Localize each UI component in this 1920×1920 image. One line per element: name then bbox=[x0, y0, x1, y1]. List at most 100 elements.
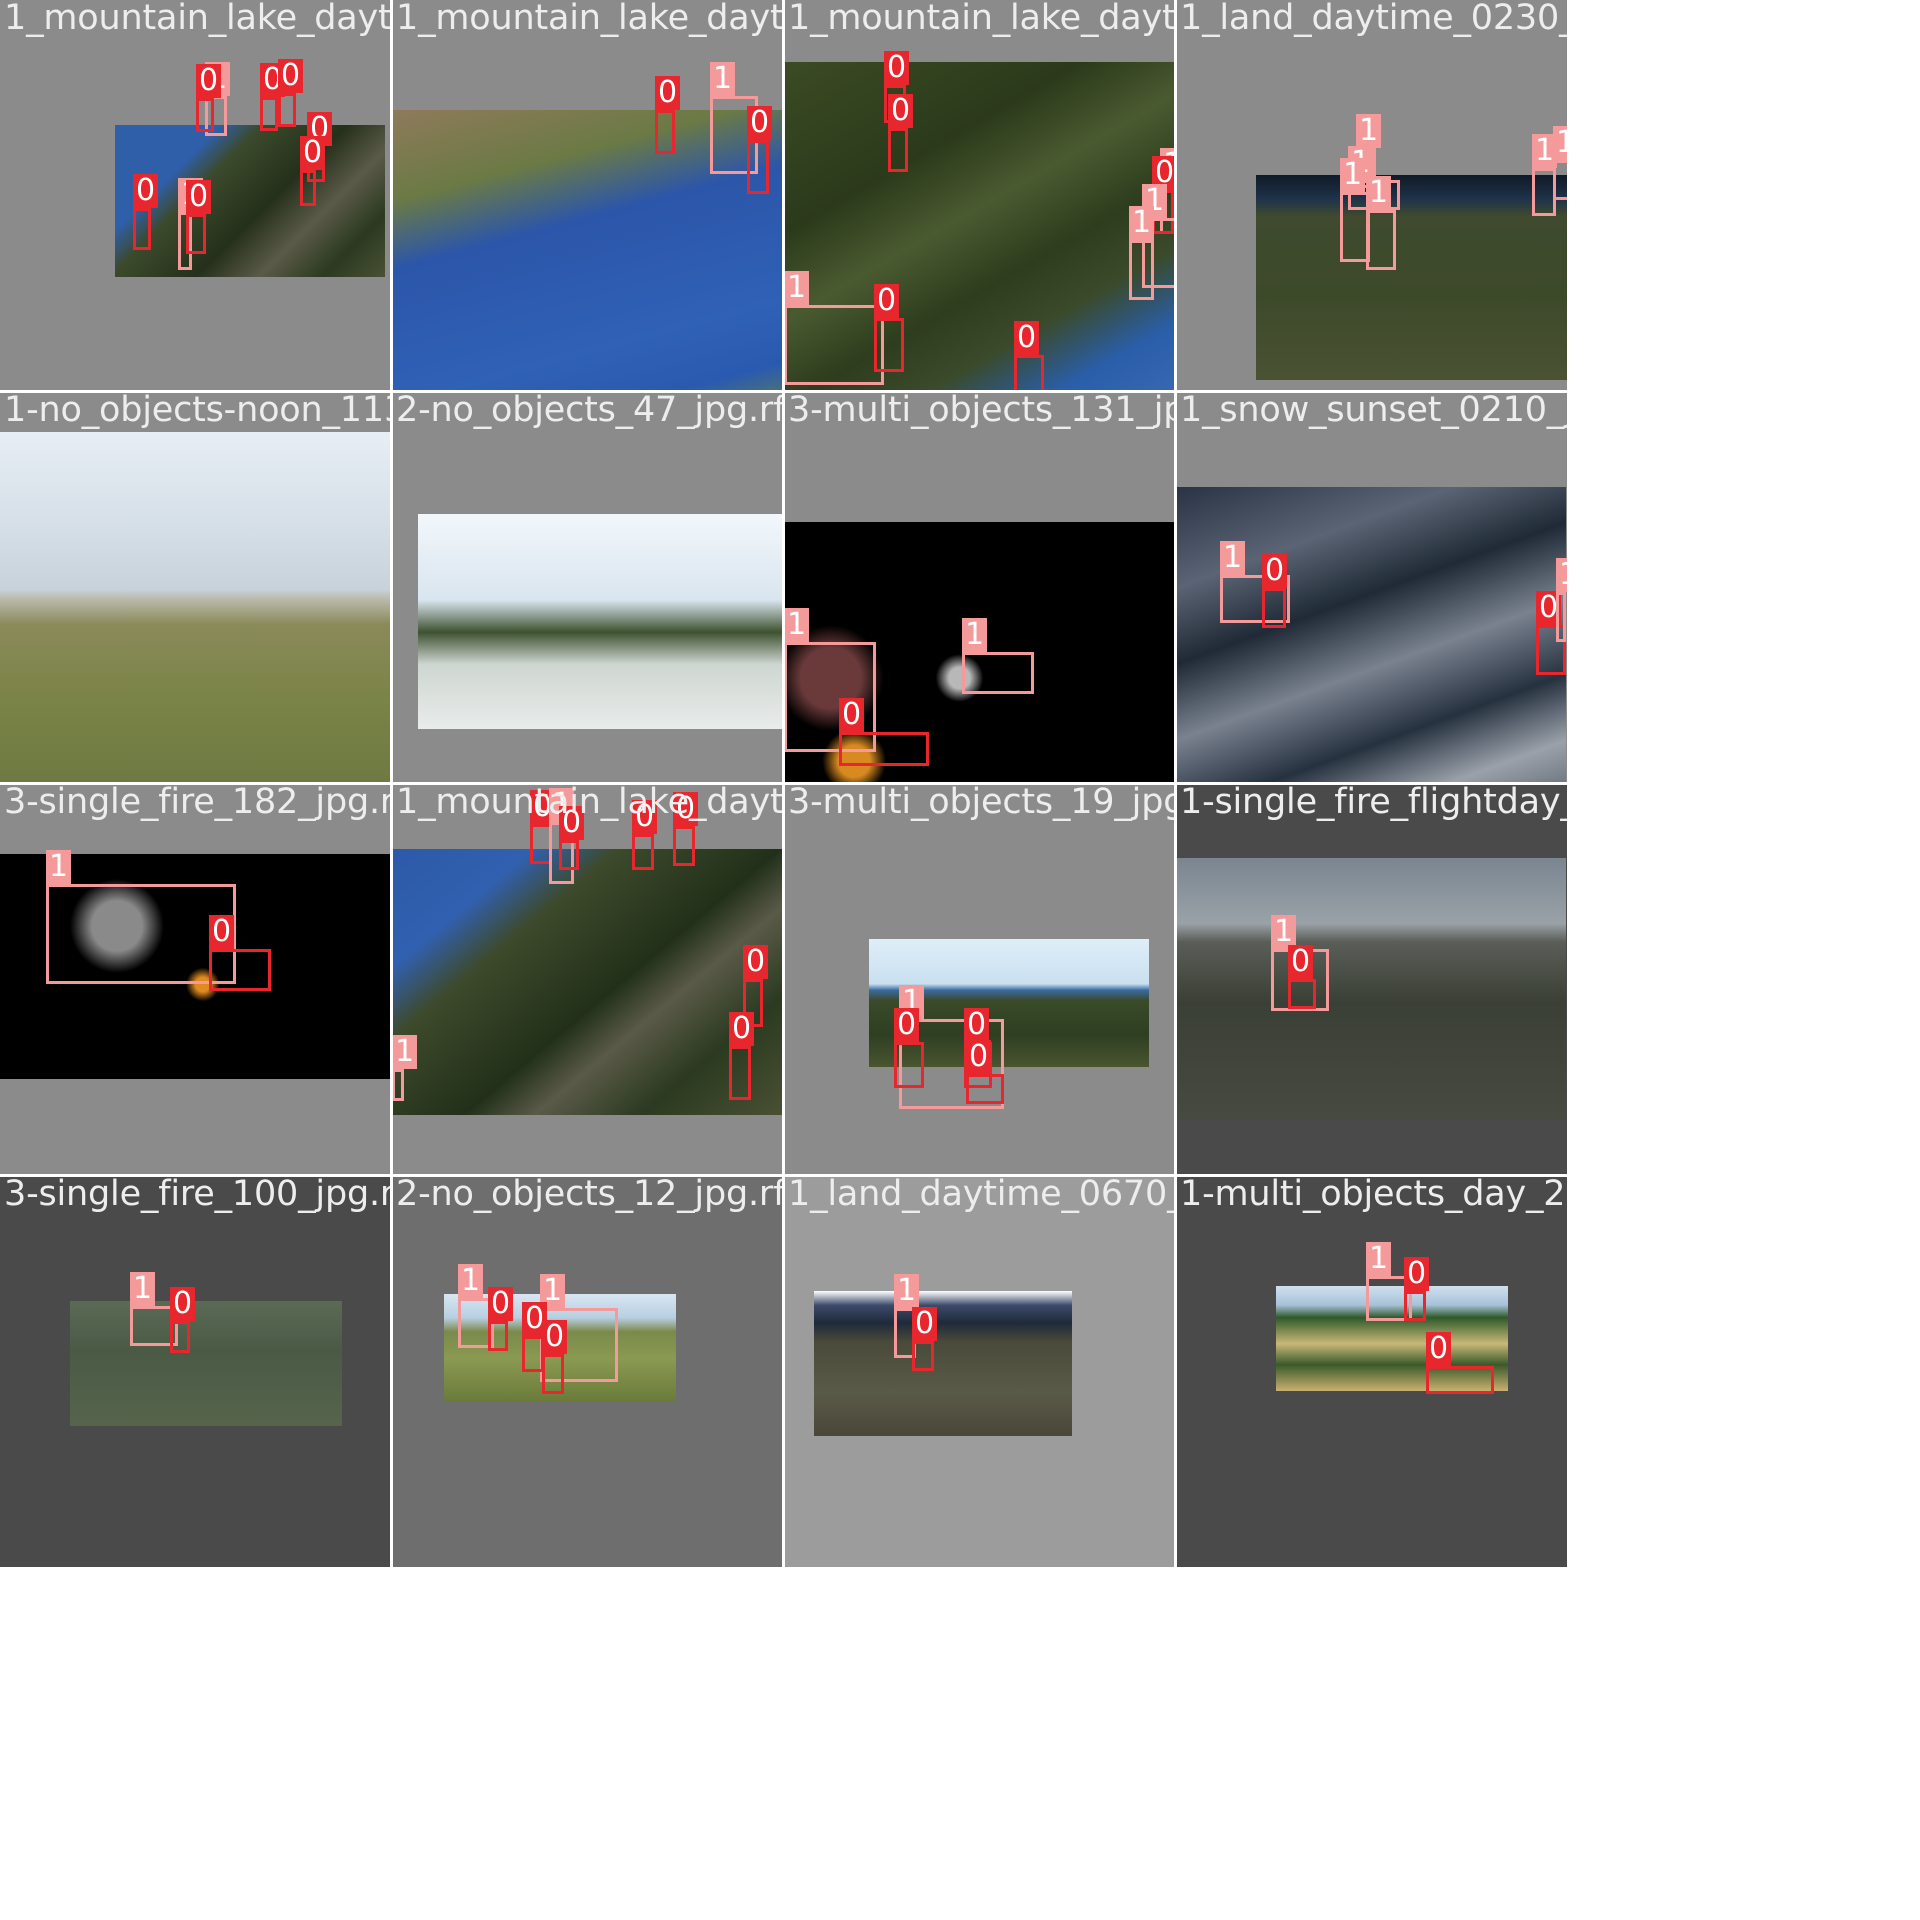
bbox-label: 1 bbox=[784, 608, 810, 642]
tile-filename: 2-no_objects_12_jpg.rf.d3d4681703ab1c3 bbox=[396, 1176, 783, 1214]
bbox-label: 0 bbox=[966, 1040, 992, 1074]
scene-image bbox=[1176, 487, 1566, 783]
bbox-label: 1 bbox=[962, 618, 988, 652]
tile-filename: 2-no_objects_47_jpg.rf.28e39c43f87417b bbox=[396, 392, 783, 430]
bbox-class-0 bbox=[673, 826, 695, 866]
tile-filename: 3-single_fire_182_jpg.rf.bae0bcd2e1b59 bbox=[4, 784, 391, 822]
bbox-class-0 bbox=[300, 170, 316, 206]
scene-image bbox=[392, 849, 782, 1115]
tile-filename: 1_mountain_lake_daytime_4260_jpg.rf.25a bbox=[396, 0, 783, 38]
bbox-label: 1 bbox=[1553, 126, 1567, 160]
bbox-label: 0 bbox=[186, 180, 212, 214]
bbox-class-0 bbox=[747, 140, 769, 194]
bbox-label: 1 bbox=[1340, 158, 1366, 192]
bbox-class-0 bbox=[1404, 1291, 1426, 1321]
bbox-label: 1 bbox=[1366, 176, 1392, 210]
mosaic-tile: 010 1_mountain_lake_daytime_4260_jpg.rf.2… bbox=[392, 0, 783, 391]
bbox-class-0 bbox=[888, 128, 908, 172]
tile-filename: 3-single_fire_100_jpg.rf.4d63e2102aab1af bbox=[4, 1176, 391, 1214]
bbox-label: 1 bbox=[1556, 558, 1567, 592]
mosaic-tile: 10 3-single_fire_100_jpg.rf.4d63e2102aab1… bbox=[0, 1176, 391, 1567]
scene-image bbox=[418, 514, 782, 729]
tile-filename: 1-multi_objects_day_212_jpg bbox=[1180, 1176, 1567, 1214]
grid-divider bbox=[390, 0, 393, 1920]
tile-filename: 3-multi_objects_131_jpg.rf.4456d06fadd bbox=[788, 392, 1175, 430]
bbox-label: 1 bbox=[1356, 114, 1382, 148]
bbox-class-0 bbox=[632, 834, 654, 870]
bbox-label: 0 bbox=[839, 698, 865, 732]
bbox-label: 1 bbox=[784, 271, 810, 305]
mosaic-tile: 1 0 3-single_fire_182_jpg.rf.bae0bcd2e1b59 bbox=[0, 784, 391, 1175]
bbox-class-0 bbox=[839, 732, 929, 766]
mosaic-tile: 10011_snow_sunset_0210_jpg.rf bbox=[1176, 392, 1567, 783]
bbox-label: 1 bbox=[894, 1274, 920, 1308]
bbox-label: 0 bbox=[912, 1307, 938, 1341]
tile-filename: 1_mountain_lake_daytime_0680_jpg.rf.3e bbox=[4, 0, 391, 38]
bbox-label: 0 bbox=[133, 174, 159, 208]
bbox-label: 0 bbox=[1426, 1332, 1452, 1366]
mosaic-tile: 10 1_land_daytime_0670_jpg.rf.1e35bc3945b bbox=[784, 1176, 1175, 1567]
bbox-class-1 bbox=[784, 305, 884, 385]
detection-mosaic: 1000000101_mountain_lake_daytime_0680_jp… bbox=[0, 0, 1920, 1920]
bbox-label: 0 bbox=[488, 1287, 514, 1321]
bbox-label: 0 bbox=[300, 136, 326, 170]
tile-filename: 1_land_daytime_0670_jpg.rf.1e35bc3945b bbox=[788, 1176, 1175, 1214]
bbox-class-0 bbox=[729, 1046, 751, 1100]
bbox-label: 1 bbox=[710, 62, 736, 96]
bbox-class-0 bbox=[874, 318, 904, 372]
bbox-class-1 bbox=[46, 884, 236, 984]
bbox-class-1 bbox=[1129, 240, 1154, 300]
bbox-class-0 bbox=[170, 1321, 190, 1353]
bbox-class-0 bbox=[488, 1321, 508, 1351]
grid-divider bbox=[782, 0, 785, 1920]
bbox-class-0 bbox=[522, 1336, 544, 1372]
bbox-class-0 bbox=[655, 110, 675, 154]
scene-image bbox=[70, 1301, 342, 1426]
bbox-label: 1 bbox=[1129, 206, 1155, 240]
mosaic-tile: 101002-no_objects_12_jpg.rf.d3d4681703ab… bbox=[392, 1176, 783, 1567]
grid-divider bbox=[1174, 0, 1177, 1920]
mosaic-tile: 2-no_objects_47_jpg.rf.28e39c43f87417b bbox=[392, 392, 783, 783]
bbox-class-0 bbox=[1262, 588, 1286, 628]
bbox-label: 0 bbox=[1404, 1257, 1430, 1291]
bbox-class-0 bbox=[186, 214, 206, 254]
bbox-label: 1 bbox=[130, 1272, 156, 1306]
mosaic-tile: 1000000101_mountain_lake_daytime_0680_jp… bbox=[0, 0, 391, 391]
tile-filename: 1_mountain_lake_daytime_0590_jpg.rf.99e bbox=[788, 0, 1175, 38]
bbox-label: 0 bbox=[743, 945, 769, 979]
tile-filename: 1_snow_sunset_0210_jpg.rf bbox=[1180, 392, 1567, 430]
scene-image bbox=[1176, 858, 1566, 1120]
bbox-class-0 bbox=[542, 1354, 564, 1394]
mosaic-tile: 1001-multi_objects_day_212_jpg bbox=[1176, 1176, 1567, 1567]
bbox-class-0 bbox=[209, 949, 271, 991]
mosaic-tile: 0010111001_mountain_lake_daytime_0590_jp… bbox=[784, 0, 1175, 391]
bbox-label: 1 bbox=[392, 1035, 418, 1069]
bbox-label: 0 bbox=[894, 1008, 920, 1042]
bbox-class-0 bbox=[260, 97, 278, 131]
bbox-label: 0 bbox=[729, 1012, 755, 1046]
scene-image bbox=[0, 432, 390, 782]
bbox-label: 0 bbox=[1014, 321, 1040, 355]
grid-divider bbox=[0, 782, 1920, 785]
bbox-label: 0 bbox=[888, 94, 914, 128]
bbox-label: 0 bbox=[196, 64, 222, 98]
bbox-label: 1 bbox=[458, 1264, 484, 1298]
scene-image bbox=[1256, 175, 1567, 380]
bbox-label: 0 bbox=[278, 59, 304, 93]
bbox-class-0 bbox=[1288, 979, 1316, 1009]
bbox-label: 0 bbox=[170, 1287, 196, 1321]
bbox-label: 0 bbox=[1288, 945, 1314, 979]
bbox-label: 0 bbox=[1262, 554, 1288, 588]
bbox-label: 0 bbox=[747, 106, 773, 140]
bbox-class-0 bbox=[966, 1074, 1004, 1104]
bbox-class-0 bbox=[1014, 355, 1044, 391]
bbox-class-0 bbox=[912, 1341, 934, 1371]
bbox-label: 0 bbox=[884, 51, 910, 85]
bbox-label: 0 bbox=[542, 1320, 568, 1354]
tile-filename: 1_land_daytime_0230_jpg.rf. bbox=[1180, 0, 1567, 38]
grid-divider bbox=[0, 390, 1920, 393]
mosaic-tile: 10003-multi_objects_19_jpg.rf.a5de1c4f02… bbox=[784, 784, 1175, 1175]
bbox-label: 1 bbox=[46, 850, 72, 884]
bbox-class-1 bbox=[392, 1069, 404, 1101]
tile-filename: 1_mountain_lake_daytime_0440_jpg.rf.5bb bbox=[396, 784, 783, 822]
